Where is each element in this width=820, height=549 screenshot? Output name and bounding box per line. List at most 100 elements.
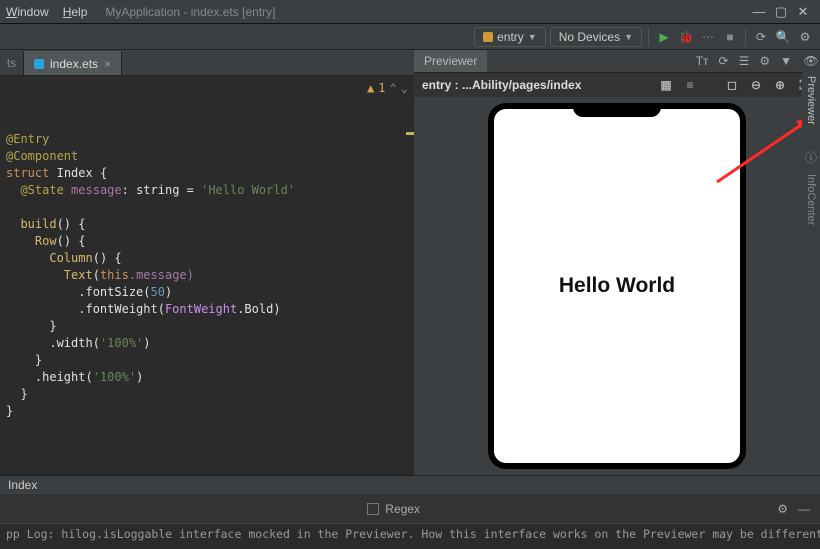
previewer-pane: Previewer Tт ⟳ ☰ ⚙ ▼ — entry : ...Abilit… [414, 50, 820, 475]
divider [648, 28, 649, 46]
module-selector[interactable]: entry ▼ [474, 27, 546, 47]
scrollbar-marker [406, 132, 414, 135]
breadcrumb-bar[interactable]: Index [0, 475, 820, 493]
zoom-in-icon[interactable]: ⊕ [772, 78, 788, 92]
code-token: .fontWeight( [78, 302, 165, 316]
app-title: MyApplication - index.ets [entry] [105, 5, 275, 19]
search-button[interactable]: 🔍 [774, 28, 792, 46]
debug-button[interactable]: 🐞 [677, 28, 695, 46]
top-toolbar: entry ▼ No Devices ▼ ▶ 🐞 ⋯ ■ ⟳ 🔍 ⚙ [0, 24, 820, 50]
regex-checkbox[interactable] [367, 503, 379, 515]
sync-button[interactable]: ⟳ [752, 28, 770, 46]
code-token: '100%' [93, 370, 136, 384]
menu-window[interactable]: WWindowindow [6, 5, 49, 19]
list-view-icon[interactable]: ≡ [682, 78, 698, 92]
log-panel[interactable]: pp Log: hilog.isLoggable interface mocke… [0, 523, 820, 549]
code-token: Index { [57, 166, 108, 180]
window-minimize-button[interactable]: — [748, 4, 770, 19]
warning-icon: ▲ [367, 80, 374, 97]
code-token: () { [93, 251, 122, 265]
code-token: build [20, 217, 56, 231]
device-notch [573, 103, 661, 117]
menu-bar: WWindowindow HHelpelp [6, 5, 87, 19]
breadcrumb-label: Index [8, 478, 37, 492]
code-line: @Component [6, 149, 78, 163]
crop-icon[interactable]: ◻ [724, 78, 740, 92]
editor-tabs: ts index.ets × [0, 50, 414, 76]
code-token: } [49, 319, 56, 333]
code-token: struct [6, 166, 49, 180]
device-frame: Hello World [488, 103, 746, 469]
rail-infocenter[interactable]: InfoCenter [805, 170, 817, 229]
code-token: ) [136, 370, 143, 384]
zoom-out-icon[interactable]: ⊖ [748, 78, 764, 92]
gear-icon[interactable]: ⚙ [777, 502, 788, 516]
chevron-down-icon: ⌄ [401, 80, 408, 97]
more-run-button[interactable]: ⋯ [699, 28, 717, 46]
title-bar: WWindowindow HHelpelp MyApplication - in… [0, 0, 820, 24]
code-token: .width( [49, 336, 100, 350]
window-maximize-button[interactable]: ▢ [770, 4, 792, 20]
device-selector-label: No Devices [559, 30, 620, 44]
code-token: ) [165, 285, 172, 299]
main-area: ts index.ets × ▲ 1 ⌃ ⌄ @Entry @Component… [0, 50, 820, 475]
minimize-icon[interactable]: — [798, 502, 810, 516]
previewer-path-label: entry : ...Ability/pages/index [422, 78, 581, 92]
code-token: 50 [151, 285, 165, 299]
code-token: @State [20, 183, 63, 197]
code-token: } [20, 387, 27, 401]
chevron-down-icon: ▼ [780, 54, 792, 68]
stop-button[interactable]: ■ [721, 28, 739, 46]
close-tab-icon[interactable]: × [104, 57, 111, 71]
editor-tab-index[interactable]: index.ets × [24, 51, 122, 75]
eye-icon[interactable]: 👁 [803, 54, 818, 68]
code-token: message [71, 183, 122, 197]
regex-label: Regex [385, 502, 420, 516]
refresh-icon[interactable]: ⟳ [719, 54, 729, 68]
device-selector[interactable]: No Devices ▼ [550, 27, 642, 47]
log-line: pp Log: hilog.isLoggable interface mocke… [6, 527, 820, 541]
menu-help[interactable]: HHelpelp [63, 5, 88, 19]
previewer-tab-bar: Previewer Tт ⟳ ☰ ⚙ ▼ — [414, 50, 820, 73]
code-token: } [35, 353, 42, 367]
code-token: Column [49, 251, 92, 265]
code-token: Text [64, 268, 93, 282]
text-size-icon[interactable]: Tт [696, 54, 709, 68]
settings-button[interactable]: ⚙ [796, 28, 814, 46]
right-tool-rail: 👁 Previewer ⓘ InfoCenter [802, 50, 820, 450]
warning-count: 1 [378, 80, 385, 97]
chevron-down-icon: ▼ [528, 32, 537, 42]
device-canvas[interactable]: Hello World [414, 97, 820, 475]
code-token: () { [57, 217, 86, 231]
tree-icon[interactable]: ☰ [739, 54, 750, 68]
divider [745, 28, 746, 46]
ets-file-icon [34, 59, 44, 69]
rail-previewer[interactable]: Previewer [805, 72, 817, 129]
preview-text: Hello World [559, 274, 675, 298]
code-token: 'Hello World' [201, 183, 295, 197]
code-token: '100%' [100, 336, 143, 350]
editor-pane: ts index.ets × ▲ 1 ⌃ ⌄ @Entry @Component… [0, 50, 414, 475]
module-selector-label: entry [497, 30, 524, 44]
chevron-icon: ⌃ [390, 80, 397, 97]
code-token: () { [57, 234, 86, 248]
code-token: : string = [122, 183, 201, 197]
previewer-tab[interactable]: Previewer [414, 50, 487, 72]
run-button[interactable]: ▶ [655, 28, 673, 46]
code-token: .fontSize( [78, 285, 150, 299]
tab-label: index.ets [50, 57, 98, 71]
inspection-widget[interactable]: ▲ 1 ⌃ ⌄ [367, 80, 408, 97]
code-token: ) [143, 336, 150, 350]
window-close-button[interactable]: ✕ [792, 4, 814, 20]
code-token: } [6, 404, 13, 418]
device-screen: Hello World [494, 109, 740, 463]
code-token: .height( [35, 370, 93, 384]
module-icon [483, 32, 493, 42]
grid-view-icon[interactable]: ▦ [658, 78, 674, 92]
code-token: this [100, 268, 129, 282]
code-token: ( [93, 268, 100, 282]
info-icon[interactable]: ⓘ [805, 149, 817, 166]
code-line: @Entry [6, 132, 49, 146]
gear-icon[interactable]: ⚙ [759, 54, 770, 68]
code-editor[interactable]: ▲ 1 ⌃ ⌄ @Entry @Component struct Index {… [0, 76, 414, 475]
